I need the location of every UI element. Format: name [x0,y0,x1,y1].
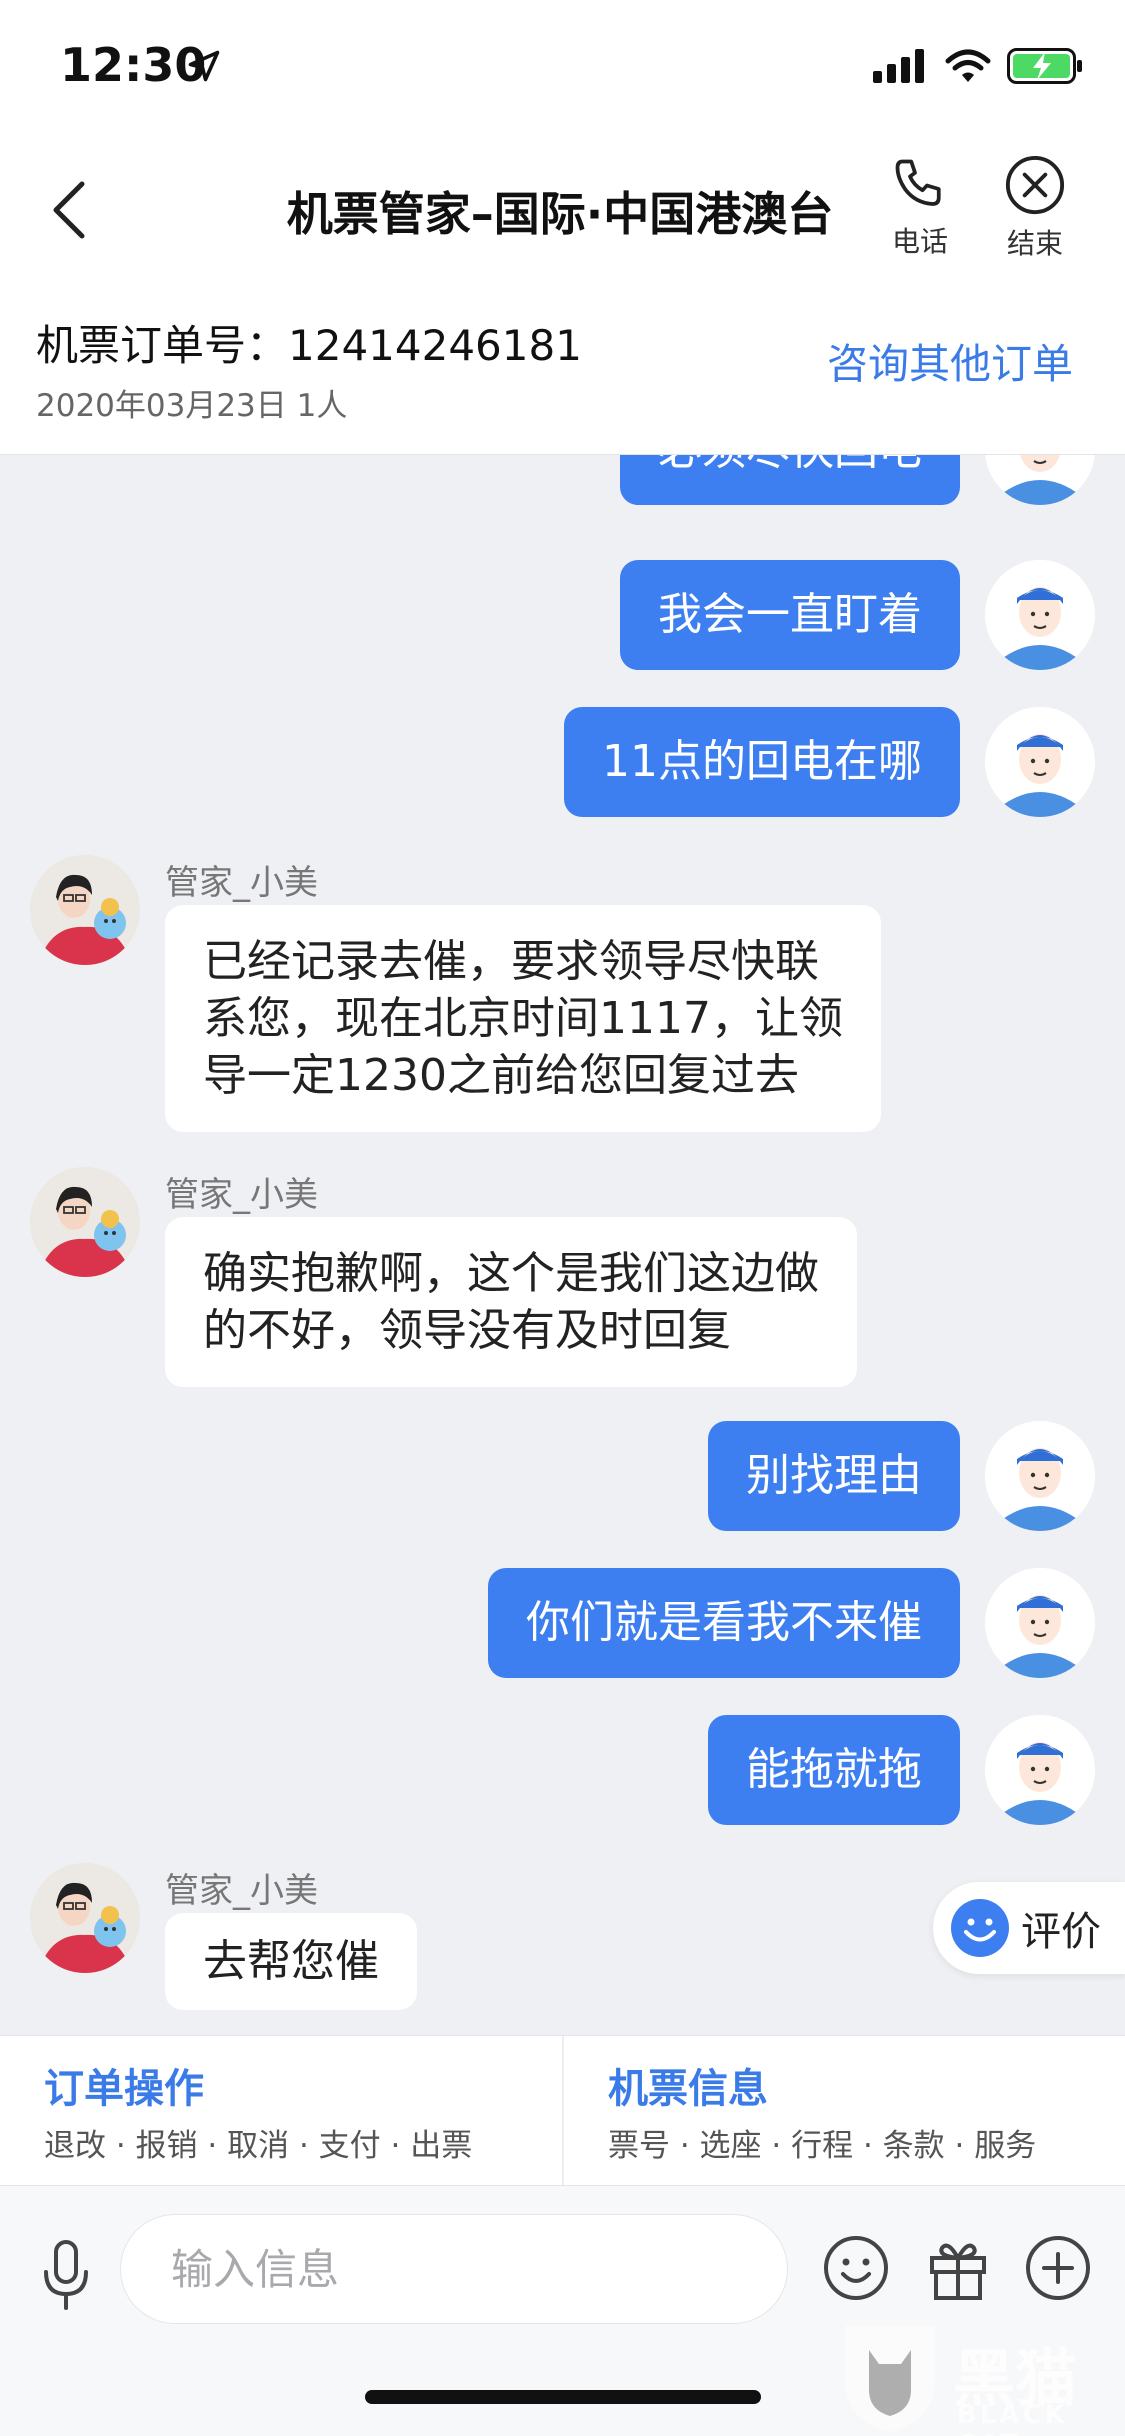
nav-bar: 机票管家–国际·中国港澳台 电话 结束 [0,140,1125,290]
microphone-icon[interactable] [36,2236,96,2316]
user-avatar[interactable] [985,560,1095,670]
message-input-wrapper [120,2214,788,2324]
user-avatar[interactable] [985,455,1095,505]
order-operations-subtitle: 退改 · 报销 · 取消 · 支付 · 出票 [44,2128,473,2164]
phone-button[interactable]: 电话 [875,154,965,260]
user-avatar-icon [985,560,1095,670]
user-avatar[interactable] [985,1421,1095,1531]
ticket-info-button[interactable]: 机票信息 票号 · 选座 · 行程 · 条款 · 服务 [564,2036,1125,2186]
order-operations-title: 订单操作 [44,2066,204,2112]
status-time: 12:30 [60,38,207,92]
agent-name: 管家_小美 [165,1175,318,1215]
gift-icon[interactable] [920,2230,996,2306]
ticket-info-title: 机票信息 [608,2066,768,2112]
user-avatar[interactable] [985,1715,1095,1825]
chat-area[interactable]: 必须尽快回电 我会一直盯着 11点的回电在哪 管家_小美 已经记录去催，要求领导… [0,455,1125,2035]
phone-icon [895,159,941,206]
user-bubble[interactable]: 能拖就拖 [708,1715,960,1825]
ticket-info-subtitle: 票号 · 选座 · 行程 · 条款 · 服务 [608,2128,1037,2164]
wifi-icon [945,49,991,82]
location-arrow-icon [188,50,220,82]
user-bubble[interactable]: 我会一直盯着 [620,560,960,670]
order-meta: 2020年03月23日 1人 [36,388,348,424]
status-icons [873,48,1085,84]
emoji-icon[interactable] [818,2230,894,2306]
black-cat-watermark: 黑猫 BLACK CAT [835,2320,1115,2436]
message-line: 已经记录去催，要求领导尽快联 [203,936,819,987]
agent-bubble[interactable]: 确实抱歉啊，这个是我们这边做 的不好，领导没有及时回复 [165,1217,857,1387]
user-bubble[interactable]: 必须尽快回电 [620,455,960,505]
close-circle-icon [1005,155,1065,215]
home-indicator[interactable] [365,2390,761,2404]
user-avatar-icon [985,707,1095,817]
user-avatar-icon [985,455,1095,505]
user-avatar-icon [985,1715,1095,1825]
rate-button[interactable]: 评价 [933,1882,1125,1974]
order-info-bar: 机票订单号：12414246181 2020年03月23日 1人 咨询其他订单 [0,290,1125,455]
agent-name: 管家_小美 [165,1871,318,1911]
consult-other-orders-link[interactable]: 咨询其他订单 [827,330,1073,390]
status-bar: 12:30 [0,0,1125,140]
message-line: 系您，现在北京时间1117，让领 [203,993,843,1044]
message-line: 去帮您催 [203,1936,379,1987]
user-avatar-icon [985,1568,1095,1678]
agent-avatar[interactable] [30,1167,140,1277]
battery-charging-icon [1007,48,1082,84]
order-number: 机票订单号：12414246181 [36,321,582,370]
message-input[interactable] [121,2215,787,2323]
agent-avatar-icon [30,855,140,965]
signal-icon [873,49,924,83]
agent-avatar[interactable] [30,1863,140,1973]
agent-avatar-icon [30,1167,140,1277]
watermark-subtext: BLACK CAT [957,2400,1068,2436]
order-operations-button[interactable]: 订单操作 退改 · 报销 · 取消 · 支付 · 出票 [0,2036,562,2186]
plus-circle-icon[interactable] [1020,2230,1096,2306]
message-line: 的不好，领导没有及时回复 [203,1305,731,1356]
smile-icon [951,1899,1009,1957]
agent-bubble[interactable]: 去帮您催 [165,1913,417,2010]
page-title: 机票管家–国际·中国港澳台 [286,187,834,241]
rate-label: 评价 [1021,1909,1101,1955]
message-line: 确实抱歉啊，这个是我们这边做 [203,1248,819,1299]
end-chat-button[interactable]: 结束 [990,154,1080,262]
agent-bubble[interactable]: 已经记录去催，要求领导尽快联 系您，现在北京时间1117，让领 导一定1230之… [165,905,881,1132]
user-avatar[interactable] [985,1568,1095,1678]
black-cat-logo-icon [845,2326,935,2432]
message-line: 导一定1230之前给您回复过去 [203,1050,799,1101]
user-avatar-icon [985,1421,1095,1531]
user-avatar[interactable] [985,707,1095,817]
back-arrow-icon[interactable] [40,170,100,250]
phone-label: 电话 [891,225,948,258]
action-bar: 订单操作 退改 · 报销 · 取消 · 支付 · 出票 机票信息 票号 · 选座… [0,2035,1125,2186]
end-label: 结束 [1006,227,1063,260]
agent-avatar-icon [30,1863,140,1973]
agent-name: 管家_小美 [165,863,318,903]
user-bubble[interactable]: 别找理由 [708,1421,960,1531]
user-bubble[interactable]: 11点的回电在哪 [564,707,960,817]
agent-avatar[interactable] [30,855,140,965]
user-bubble[interactable]: 你们就是看我不来催 [488,1568,960,1678]
